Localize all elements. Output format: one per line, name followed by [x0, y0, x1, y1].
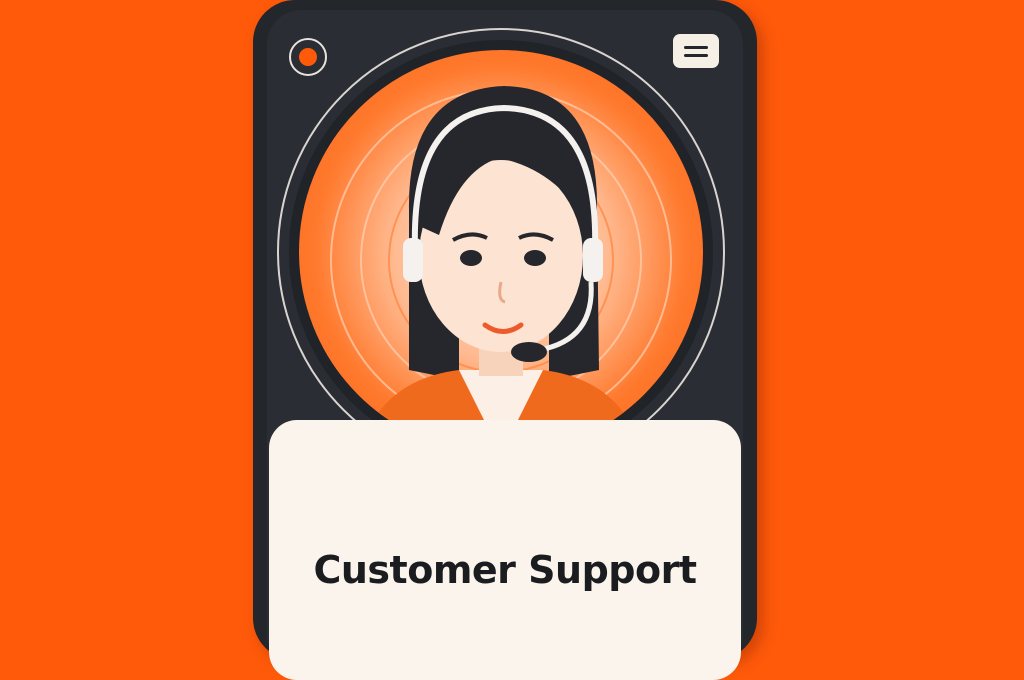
logo-icon [289, 38, 327, 76]
title-panel: Customer Support [269, 420, 741, 680]
agent-illustration [330, 86, 672, 454]
menu-icon [684, 45, 708, 49]
card-title: Customer Support [313, 548, 697, 592]
agent-avatar [289, 40, 713, 464]
support-card: Customer Support [253, 0, 757, 680]
menu-button[interactable] [673, 34, 719, 68]
